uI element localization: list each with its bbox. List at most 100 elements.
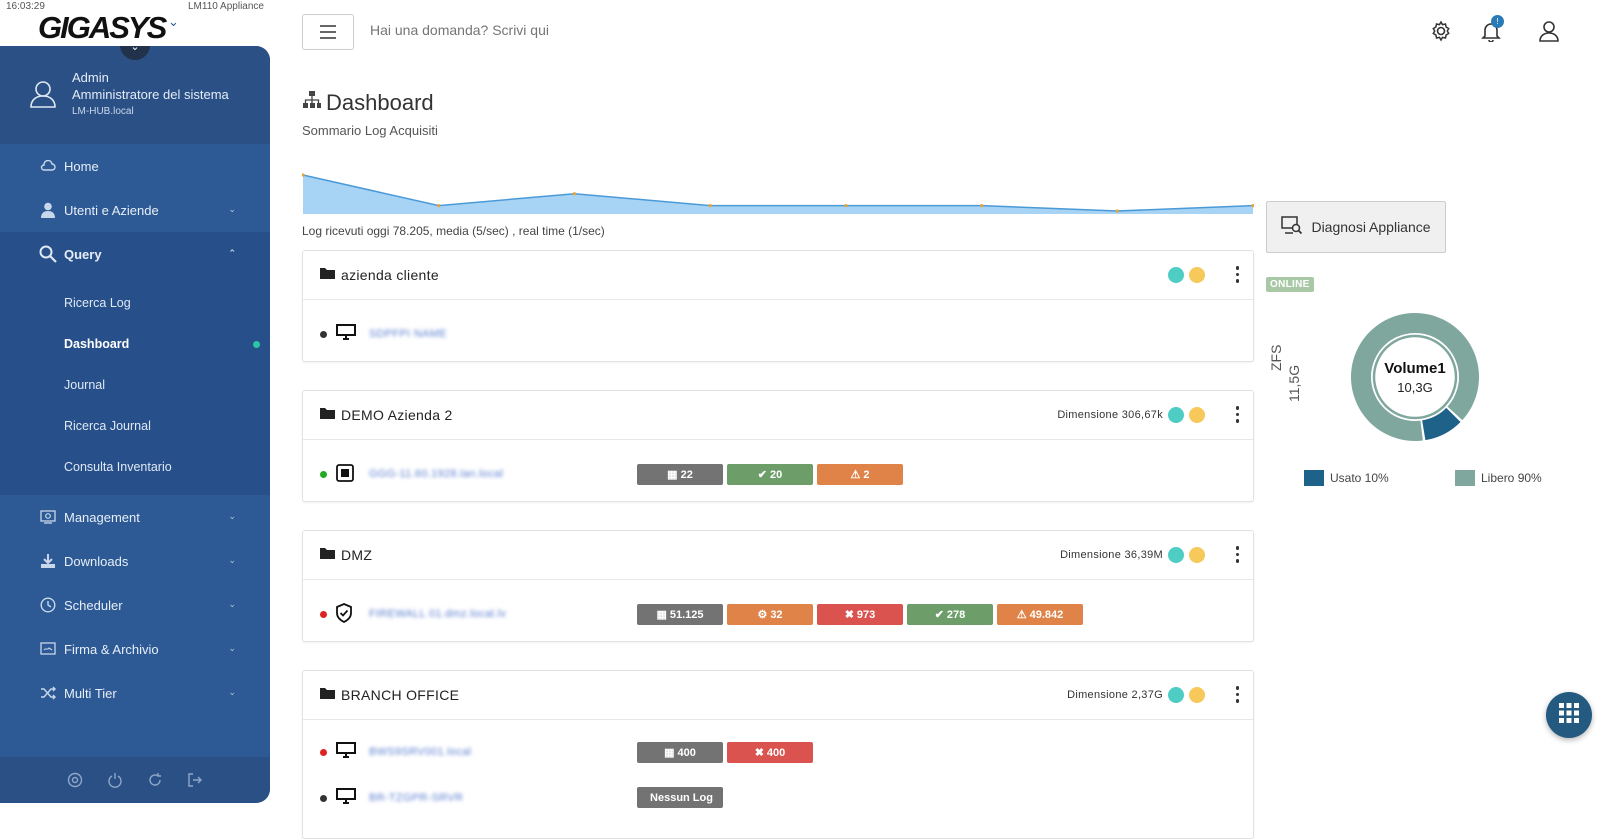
sidebar-item-query[interactable]: Query ⌃ xyxy=(0,232,270,276)
more-vert-icon[interactable] xyxy=(1235,546,1239,563)
sidebar-item-downloads[interactable]: Downloads ⌄ xyxy=(0,539,270,583)
status-dots xyxy=(1168,687,1205,703)
card-size: Dimensione 36,39M xyxy=(1060,549,1163,561)
page-subtitle: Sommario Log Acquisiti xyxy=(302,123,438,138)
sidebar-nav: Home Utenti e Aziende ⌄ Query ⌃ Ricerca … xyxy=(0,144,270,715)
volume-size: 10,3G xyxy=(1397,380,1433,395)
apps-grid-button[interactable] xyxy=(1546,692,1592,738)
legend-swatch-used xyxy=(1304,470,1324,486)
logout-icon[interactable] xyxy=(187,772,203,788)
spark-area xyxy=(303,175,1253,214)
log-count-badge[interactable]: ⚠ 2 xyxy=(817,464,903,485)
log-count-badge[interactable]: ⚙ 32 xyxy=(727,604,813,625)
sidebar-item-firma[interactable]: Firma & Archivio ⌄ xyxy=(0,627,270,671)
user-role: Amministratore del sistema xyxy=(72,87,229,102)
host-name[interactable]: BR-TZGPR-SRVR xyxy=(369,792,463,804)
gear-icon[interactable] xyxy=(1430,20,1452,47)
log-count-badge[interactable]: ▦ 22 xyxy=(637,464,723,485)
bell-icon[interactable]: ! xyxy=(1480,15,1504,47)
download-icon xyxy=(38,553,58,569)
status-dot xyxy=(1168,687,1184,703)
sidebar-item-journal[interactable]: Journal xyxy=(0,364,270,405)
host-name[interactable]: FIREWALL 01.dmz.local.lv xyxy=(369,608,506,620)
log-count-badge[interactable]: ✖ 973 xyxy=(817,604,903,625)
sidebar-item-ricerca-log[interactable]: Ricerca Log xyxy=(0,282,270,323)
sidebar-item-dashboard[interactable]: Dashboard xyxy=(0,323,270,364)
card-header[interactable]: DMZ Dimensione 36,39M xyxy=(303,531,1253,580)
sidebar-item-label: Query xyxy=(64,246,102,262)
sidebar-item-home[interactable]: Home xyxy=(0,144,270,188)
sidebar-item-scheduler[interactable]: Scheduler ⌄ xyxy=(0,583,270,627)
sidebar-item-multitier[interactable]: Multi Tier ⌄ xyxy=(0,671,270,715)
chevron-down-icon[interactable]: ⌄ xyxy=(168,14,179,30)
user-icon[interactable] xyxy=(1538,20,1560,47)
chevron-down-icon: ⌄ xyxy=(228,643,236,653)
search-input[interactable] xyxy=(370,22,770,38)
sidebar-item-label: Utenti e Aziende xyxy=(64,202,159,218)
host-name[interactable]: GGG-11.60.1928.lan.local xyxy=(369,468,503,480)
card-header[interactable]: azienda cliente xyxy=(303,251,1253,300)
chevron-down-icon: ⌄ xyxy=(228,511,236,521)
log-count-badge[interactable]: ✖ 400 xyxy=(727,742,813,763)
status-dot xyxy=(1168,407,1184,423)
chevron-up-icon: ⌃ xyxy=(228,248,236,258)
support-icon[interactable] xyxy=(67,772,83,788)
table-icon: ▦ xyxy=(664,747,675,759)
log-count-badge[interactable]: Nessun Log xyxy=(637,787,723,808)
host-row[interactable]: GGG-11.60.1928.lan.local ▦ 22 ✔ 20 ⚠ 2 xyxy=(303,459,1253,489)
refresh-icon[interactable] xyxy=(147,772,163,788)
host-row[interactable]: BR-TZGPR-SRVR Nessun Log xyxy=(303,783,1253,813)
card-header[interactable]: BRANCH OFFICE Dimensione 2,37G xyxy=(303,671,1253,720)
log-count-badge[interactable]: ▦ 400 xyxy=(637,742,723,763)
log-sparkline xyxy=(302,173,1254,214)
badge-group: ▦ 51.125 ⚙ 32 ✖ 973 ✔ 278 ⚠ 49.842 xyxy=(637,604,1083,625)
spark-line xyxy=(302,174,1254,212)
volume-name: Volume1 xyxy=(1384,360,1446,377)
card-title: azienda cliente xyxy=(341,267,439,283)
status-dot xyxy=(1168,267,1184,283)
more-vert-icon[interactable] xyxy=(1235,266,1239,283)
sidebar-item-ricerca-journal[interactable]: Ricerca Journal xyxy=(0,405,270,446)
sidebar-item-label: Firma & Archivio xyxy=(64,641,159,657)
host-name[interactable]: SDPFPI NAME xyxy=(369,328,447,340)
power-icon[interactable] xyxy=(107,772,123,788)
log-count-badge[interactable]: ✔ 278 xyxy=(907,604,993,625)
sidebar-item-utenti[interactable]: Utenti e Aziende ⌄ xyxy=(0,188,270,232)
more-vert-icon[interactable] xyxy=(1235,406,1239,423)
sidebar-item-consulta-inventario[interactable]: Consulta Inventario xyxy=(0,446,270,487)
host-row[interactable]: FIREWALL 01.dmz.local.lv ▦ 51.125 ⚙ 32 ✖ 973 ✔… xyxy=(303,599,1253,629)
sidebar-item-label: Scheduler xyxy=(64,597,123,613)
legend-used-label: Usato 10% xyxy=(1330,471,1389,485)
status-dot xyxy=(1189,407,1205,423)
spark-point xyxy=(979,204,984,208)
menu-toggle-button[interactable] xyxy=(302,14,354,50)
legend-free-label: Libero 90% xyxy=(1481,471,1542,485)
card-header[interactable]: DEMO Azienda 2 Dimensione 306,67k xyxy=(303,391,1253,440)
sitemap-icon xyxy=(302,90,322,116)
log-count-badge[interactable]: ▦ 51.125 xyxy=(637,604,723,625)
diagnosi-appliance-button[interactable]: Diagnosi Appliance xyxy=(1266,201,1446,253)
host-row[interactable]: SDPFPI NAME xyxy=(303,319,1253,349)
volume-donut xyxy=(1351,313,1479,441)
badge-group: Nessun Log xyxy=(637,787,723,808)
more-vert-icon[interactable] xyxy=(1235,686,1239,703)
table-icon: ▦ xyxy=(667,469,678,481)
status-dot xyxy=(1168,547,1184,563)
check-icon: ✔ xyxy=(757,469,767,481)
table-icon: ▦ xyxy=(656,609,667,621)
host-status-dot xyxy=(320,611,327,618)
badge-value: 400 xyxy=(677,746,696,759)
sidebar-item-label: Downloads xyxy=(64,553,129,569)
log-count-badge[interactable]: ⚠ 49.842 xyxy=(997,604,1083,625)
log-count-badge[interactable]: ✔ 20 xyxy=(727,464,813,485)
monitor-search-icon xyxy=(1281,215,1303,239)
sidebar-item-management[interactable]: Management ⌄ xyxy=(0,495,270,539)
chevron-down-icon: ⌄ xyxy=(228,687,236,697)
badge-value: 22 xyxy=(680,468,693,481)
chevron-down-icon: ⌄ xyxy=(228,555,236,565)
host-group-card: DMZ Dimensione 36,39M FIREWALL 01.dmz.lo… xyxy=(302,530,1254,642)
host-row[interactable]: BWS9SRV001.local ▦ 400 ✖ 400 xyxy=(303,737,1253,767)
shield-icon xyxy=(335,603,353,628)
host-name[interactable]: BWS9SRV001.local xyxy=(369,746,471,758)
badge-value: 32 xyxy=(770,608,783,621)
